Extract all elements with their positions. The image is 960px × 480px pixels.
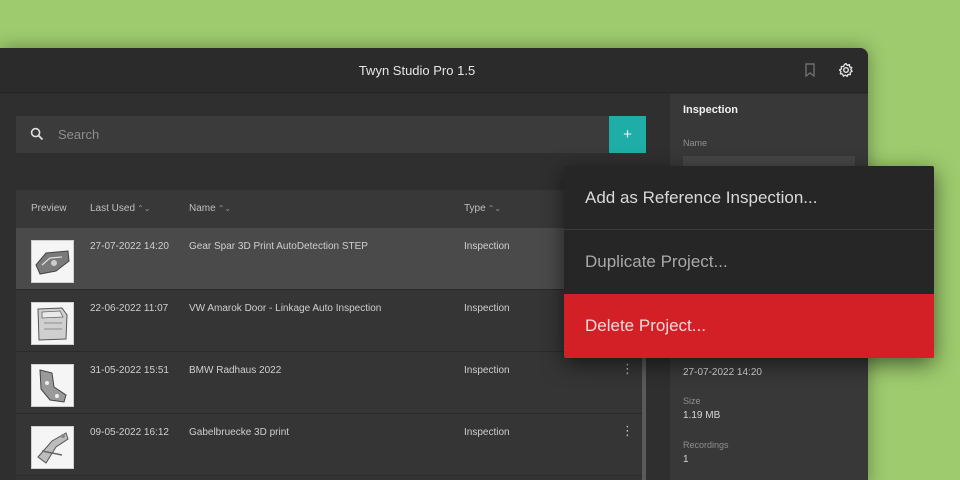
duplicate-project-item[interactable]: Duplicate Project... [564, 230, 934, 294]
row-date: 22-06-2022 11:07 [90, 303, 169, 314]
sort-icon: ⌃⌄ [137, 204, 151, 213]
context-menu: Add as Reference Inspection... Duplicate… [564, 166, 934, 358]
column-type-label: Type [464, 203, 486, 214]
size-label: Size [683, 396, 701, 406]
row-type: Inspection [464, 427, 510, 438]
projects-table: Preview Last Used ⌃⌄ Name ⌃⌄ Type ⌃⌄ 27-07-… [16, 190, 646, 480]
row-type: Inspection [464, 303, 510, 314]
last-used-value: 27-07-2022 14:20 [683, 367, 762, 378]
sort-icon: ⌃⌄ [217, 204, 232, 213]
search-input[interactable] [58, 116, 588, 153]
table-row[interactable]: 31-05-2022 15:51 BMW Radhaus 2022 Inspec… [16, 352, 642, 414]
row-name: Gear Spar 3D Print AutoDetection STEP [189, 241, 368, 252]
row-type: Inspection [464, 365, 510, 376]
table-row[interactable]: 27-07-2022 14:20 Gear Spar 3D Print Auto… [16, 228, 642, 290]
part-thumbnail [31, 302, 74, 345]
row-name: VW Amarok Door - Linkage Auto Inspection [189, 303, 382, 314]
search-bar [16, 116, 609, 153]
row-date: 27-07-2022 14:20 [90, 241, 169, 252]
name-label: Name [683, 138, 708, 148]
table-row[interactable]: 22-06-2022 11:07 VW Amarok Door - Linkag… [16, 290, 642, 352]
column-name[interactable]: Name ⌃⌄ [189, 203, 231, 214]
part-thumbnail [31, 240, 74, 283]
column-type[interactable]: Type ⌃⌄ [464, 203, 501, 214]
add-reference-inspection-item[interactable]: Add as Reference Inspection... [564, 166, 934, 230]
row-name: Gabelbruecke 3D print [189, 427, 290, 438]
table-row[interactable]: 09-05-2022 16:12 Gabelbruecke 3D print I… [16, 414, 642, 476]
row-date: 31-05-2022 15:51 [90, 365, 169, 376]
column-preview: Preview [31, 203, 67, 214]
row-menu-button[interactable]: ⋮ [621, 362, 634, 375]
bookmark-icon[interactable] [801, 61, 819, 79]
size-value: 1.19 MB [683, 410, 721, 421]
app-title: Twyn Studio Pro 1.5 [358, 63, 476, 78]
gear-icon[interactable] [837, 61, 855, 79]
recordings-value: 1 [683, 454, 689, 465]
column-last-used[interactable]: Last Used ⌃⌄ [90, 203, 150, 214]
row-type: Inspection [464, 241, 510, 252]
recordings-label: Recordings [683, 440, 729, 450]
title-bar: Twyn Studio Pro 1.5 [0, 48, 868, 93]
row-menu-button[interactable]: ⋮ [621, 424, 634, 437]
sort-icon: ⌃⌄ [487, 204, 502, 213]
search-icon [30, 127, 44, 141]
row-date: 09-05-2022 16:12 [90, 427, 169, 438]
column-last-used-label: Last Used [90, 203, 136, 214]
delete-project-item[interactable]: Delete Project... [564, 294, 934, 358]
add-project-button[interactable]: + [609, 116, 646, 153]
table-header: Preview Last Used ⌃⌄ Name ⌃⌄ Type ⌃⌄ [16, 190, 646, 228]
panel-heading: Inspection [683, 104, 739, 116]
part-thumbnail [31, 364, 74, 407]
column-name-label: Name [189, 203, 216, 214]
row-name: BMW Radhaus 2022 [189, 365, 282, 376]
part-thumbnail [31, 426, 74, 469]
